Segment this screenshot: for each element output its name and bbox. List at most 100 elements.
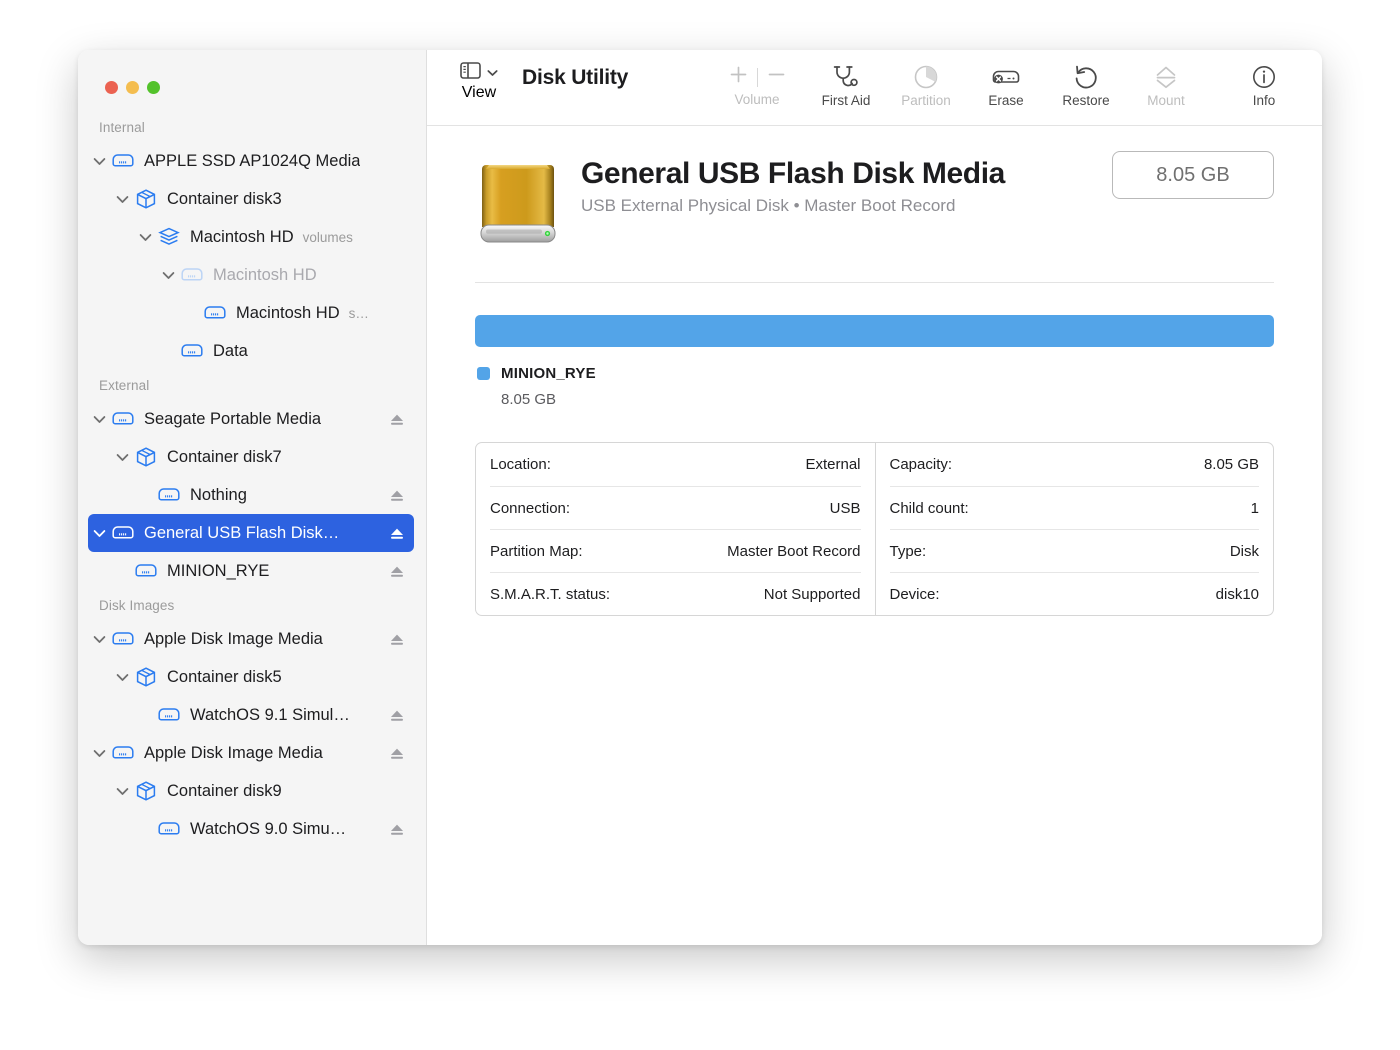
sidebar-row[interactable]: Macintosh HD volumes: [88, 218, 414, 256]
legend-item: MINION_RYE: [477, 365, 1274, 382]
sidebar-row-sublabel: volumes: [302, 229, 353, 245]
chevron-down-icon: [487, 64, 498, 82]
sidebar-row-label: Macintosh HD: [190, 227, 294, 246]
disclosure-chevron-down-icon[interactable]: [111, 787, 133, 796]
sidebar-row-label: MINION_RYE: [167, 561, 270, 580]
eject-icon[interactable]: [388, 746, 406, 761]
sidebar-layout-icon: [460, 62, 481, 84]
minimize-window-button[interactable]: [126, 81, 139, 94]
sidebar-row-label: General USB Flash Disk…: [144, 523, 340, 542]
toolbar-divider: [756, 67, 758, 87]
sidebar-group-header: Internal: [99, 120, 145, 135]
disclosure-chevron-down-icon[interactable]: [111, 195, 133, 204]
minus-icon[interactable]: [767, 65, 786, 89]
usage-bar: [475, 315, 1274, 347]
maximize-window-button[interactable]: [147, 81, 160, 94]
info-value: Master Boot Record: [727, 542, 861, 560]
sidebar-group-header: External: [99, 378, 150, 393]
disclosure-chevron-down-icon[interactable]: [88, 157, 110, 166]
disk-subtitle: USB External Physical Disk • Master Boot…: [581, 196, 956, 216]
hard-drive-icon: [110, 524, 136, 542]
eject-icon[interactable]: [388, 708, 406, 723]
hard-drive-icon: [110, 630, 136, 648]
window-controls: [78, 50, 426, 94]
first-aid-button[interactable]: First Aid: [818, 62, 874, 108]
info-label: Info: [1252, 93, 1276, 108]
sidebar-row-label: Macintosh HD: [213, 265, 317, 284]
sidebar-row[interactable]: Macintosh HD: [88, 256, 414, 294]
restore-button[interactable]: Restore: [1058, 62, 1114, 108]
volume-label: Volume: [734, 92, 780, 107]
info-button[interactable]: Info: [1236, 62, 1292, 108]
info-key: Partition Map:: [490, 542, 583, 560]
hard-drive-icon: [179, 266, 205, 284]
disclosure-chevron-down-icon[interactable]: [88, 749, 110, 758]
sidebar-row[interactable]: Container disk7: [88, 438, 414, 476]
eject-icon[interactable]: [388, 488, 406, 503]
disclosure-chevron-down-icon[interactable]: [88, 635, 110, 644]
sidebar-row-label: Container disk3: [167, 189, 282, 208]
disclosure-chevron-down-icon[interactable]: [157, 271, 179, 280]
eject-icon[interactable]: [388, 632, 406, 647]
disclosure-chevron-down-icon[interactable]: [88, 529, 110, 538]
sidebar-row-label: WatchOS 9.0 Simu…: [190, 819, 347, 838]
hard-drive-icon: [156, 486, 182, 504]
sidebar-row-label: Macintosh HD: [236, 303, 340, 322]
usage-section: MINION_RYE 8.05 GB: [453, 283, 1296, 408]
sidebar-row[interactable]: MINION_RYE: [88, 552, 414, 590]
eject-icon[interactable]: [388, 822, 406, 837]
mount-label: Mount: [1147, 93, 1185, 108]
info-key: Capacity:: [889, 456, 953, 473]
volume-stack-icon: [156, 227, 182, 247]
plus-icon[interactable]: [729, 65, 748, 89]
sidebar-row[interactable]: WatchOS 9.0 Simu…: [88, 810, 414, 848]
sidebar-row-selected[interactable]: General USB Flash Disk…: [88, 514, 414, 552]
info-key: Device:: [889, 585, 940, 603]
sidebar-row[interactable]: Container disk5: [88, 658, 414, 696]
disclosure-chevron-down-icon[interactable]: [134, 233, 156, 242]
hard-drive-icon: [156, 706, 182, 724]
disclosure-chevron-down-icon[interactable]: [111, 673, 133, 682]
info-row: Child count: 1: [889, 486, 1259, 529]
sidebar-row-label: Container disk9: [167, 781, 282, 800]
sidebar-row-label: Apple Disk Image Media: [144, 629, 323, 648]
disk-title-block: General USB Flash Disk Media USB Externa…: [581, 150, 1005, 216]
toolbar: View Disk Utility Volume First Aid Parti…: [427, 50, 1322, 126]
info-value: 8.05 GB: [1203, 456, 1259, 473]
sidebar-group-header: Disk Images: [99, 598, 175, 613]
eject-icon[interactable]: [388, 412, 406, 427]
legend-volume-size: 8.05 GB: [501, 391, 557, 408]
sidebar-row[interactable]: Nothing: [88, 476, 414, 514]
info-row: Connection: USB: [490, 486, 861, 529]
mount-button[interactable]: Mount: [1138, 62, 1194, 108]
hard-drive-icon: [110, 744, 136, 762]
hard-drive-icon: [202, 304, 228, 322]
info-column-right: Capacity: 8.05 GB Child count: 1 Type: Disk De…: [874, 443, 1274, 615]
eject-icon[interactable]: [388, 526, 406, 541]
sidebar-row[interactable]: Apple Disk Image Media: [88, 620, 414, 658]
sidebar-row[interactable]: Apple Disk Image Media: [88, 734, 414, 772]
partition-button[interactable]: Partition: [898, 62, 954, 108]
sidebar-row[interactable]: Seagate Portable Media: [88, 400, 414, 438]
erase-button[interactable]: Erase: [978, 62, 1034, 108]
disclosure-chevron-down-icon[interactable]: [88, 415, 110, 424]
view-button[interactable]: View: [460, 62, 498, 102]
restore-arrow-icon: [1073, 62, 1099, 92]
info-value: Not Supported: [763, 585, 861, 603]
info-key: Location:: [490, 456, 551, 473]
info-key: Child count:: [889, 499, 969, 517]
disclosure-chevron-down-icon[interactable]: [111, 453, 133, 462]
sidebar-row[interactable]: APPLE SSD AP1024Q Media: [88, 142, 414, 180]
sidebar-row-label: Data: [213, 341, 248, 360]
sidebar-row[interactable]: Container disk3: [88, 180, 414, 218]
hard-drive-icon: [110, 152, 136, 170]
legend-swatch-icon: [477, 367, 490, 380]
eject-icon[interactable]: [388, 564, 406, 579]
sidebar-row[interactable]: Container disk9: [88, 772, 414, 810]
sidebar-row[interactable]: Macintosh HD s…: [88, 294, 414, 332]
sidebar-row-label: Seagate Portable Media: [144, 409, 322, 428]
sidebar-row[interactable]: WatchOS 9.1 Simul…: [88, 696, 414, 734]
sidebar-row[interactable]: Data: [88, 332, 414, 370]
close-window-button[interactable]: [105, 81, 118, 94]
sidebar-row-label: Container disk5: [167, 667, 282, 686]
